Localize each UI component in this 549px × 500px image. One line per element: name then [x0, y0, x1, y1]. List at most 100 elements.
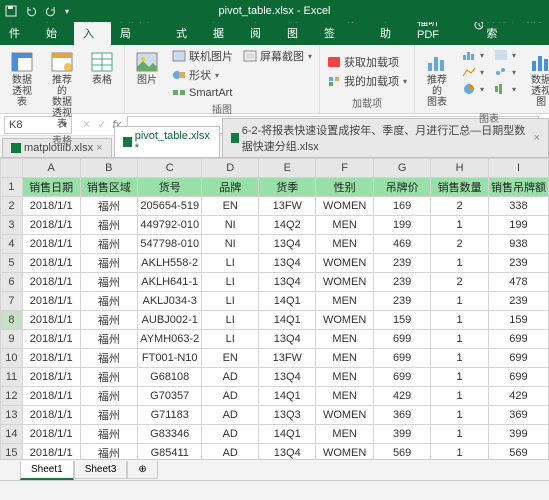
cell[interactable]: MEN — [316, 349, 374, 368]
cell[interactable]: 2018/1/1 — [22, 292, 80, 311]
column-header[interactable]: H — [431, 159, 489, 178]
column-header[interactable]: F — [316, 159, 374, 178]
row-header[interactable]: 7 — [1, 292, 23, 311]
close-tab-icon[interactable]: × — [534, 132, 540, 144]
cell[interactable]: MEN — [316, 425, 374, 444]
cell[interactable]: 699 — [488, 368, 548, 387]
row-header[interactable]: 8 — [1, 311, 23, 330]
header-cell[interactable]: 货号 — [138, 178, 202, 197]
cell[interactable]: G71183 — [138, 406, 202, 425]
header-cell[interactable]: 性别 — [316, 178, 374, 197]
header-cell[interactable]: 销售数量 — [431, 178, 489, 197]
cell[interactable]: 福州 — [80, 216, 138, 235]
cell[interactable]: 福州 — [80, 368, 138, 387]
chart-type3-button[interactable]: ▾ — [459, 81, 487, 97]
cell[interactable]: 239 — [373, 273, 430, 292]
smartart-button[interactable]: SmartArt — [169, 85, 236, 101]
cell[interactable]: WOMEN — [316, 273, 374, 292]
cell[interactable]: LI — [202, 254, 259, 273]
row-header[interactable]: 5 — [1, 254, 23, 273]
row-header[interactable]: 14 — [1, 425, 23, 444]
cell[interactable]: WOMEN — [316, 444, 374, 460]
redo-icon[interactable] — [44, 4, 58, 18]
column-header[interactable]: E — [259, 159, 316, 178]
cell[interactable]: 2018/1/1 — [22, 311, 80, 330]
row-header[interactable]: 4 — [1, 235, 23, 254]
spreadsheet-grid[interactable]: ABCDEFGHI1销售日期销售区域货号品牌货季性别吊牌价销售数量销售吊牌额22… — [0, 158, 549, 459]
cell[interactable]: 169 — [373, 197, 430, 216]
workbook-tab-1[interactable]: pivot_table.xlsx * — [114, 126, 220, 157]
row-header[interactable]: 10 — [1, 349, 23, 368]
row-header[interactable]: 13 — [1, 406, 23, 425]
header-cell[interactable]: 货季 — [259, 178, 316, 197]
new-sheet-button[interactable]: ⊕ — [127, 461, 157, 479]
cell[interactable]: MEN — [316, 292, 374, 311]
get-addins-button[interactable]: 获取加载项 — [324, 53, 410, 71]
sheet-tab-0[interactable]: Sheet1 — [20, 461, 74, 480]
chart-type6-button[interactable]: ▾ — [491, 81, 519, 97]
cell[interactable]: EN — [202, 197, 259, 216]
cell[interactable]: 1 — [431, 444, 489, 460]
recommended-charts-button[interactable]: 推荐的图表 — [419, 47, 455, 110]
cell[interactable]: 239 — [488, 254, 548, 273]
cell[interactable]: 469 — [373, 235, 430, 254]
cell[interactable]: 1 — [431, 406, 489, 425]
cell[interactable]: 699 — [488, 330, 548, 349]
cell[interactable]: 福州 — [80, 349, 138, 368]
cell[interactable]: 13Q4 — [259, 330, 316, 349]
cell[interactable]: EN — [202, 349, 259, 368]
row-header[interactable]: 1 — [1, 178, 23, 197]
shapes-button[interactable]: 形状▾ — [169, 66, 236, 84]
cell[interactable]: 239 — [488, 292, 548, 311]
cell[interactable]: AD — [202, 368, 259, 387]
column-header[interactable]: I — [488, 159, 548, 178]
cell[interactable]: WOMEN — [316, 406, 374, 425]
cell[interactable]: 福州 — [80, 425, 138, 444]
cell[interactable]: AUBJ002-1 — [138, 311, 202, 330]
cell[interactable]: 239 — [373, 292, 430, 311]
save-icon[interactable] — [4, 4, 18, 18]
header-cell[interactable]: 吊牌价 — [373, 178, 430, 197]
header-cell[interactable]: 销售区域 — [80, 178, 138, 197]
cell[interactable]: 1 — [431, 330, 489, 349]
qat-dropdown-icon[interactable]: ▾ — [65, 7, 69, 16]
cell[interactable]: 199 — [373, 216, 430, 235]
cell[interactable]: 福州 — [80, 311, 138, 330]
header-cell[interactable]: 品牌 — [202, 178, 259, 197]
cell[interactable]: MEN — [316, 387, 374, 406]
cell[interactable]: 369 — [488, 406, 548, 425]
cell[interactable]: 1 — [431, 311, 489, 330]
cell[interactable]: 159 — [488, 311, 548, 330]
cell[interactable]: G83346 — [138, 425, 202, 444]
cell[interactable]: MEN — [316, 235, 374, 254]
column-header[interactable]: B — [80, 159, 138, 178]
cell[interactable]: 2018/1/1 — [22, 425, 80, 444]
cell[interactable]: 13Q4 — [259, 235, 316, 254]
cell[interactable]: 13FW — [259, 349, 316, 368]
row-header[interactable]: 11 — [1, 368, 23, 387]
cell[interactable]: 13FW — [259, 197, 316, 216]
cell[interactable]: G68108 — [138, 368, 202, 387]
cell[interactable]: NI — [202, 216, 259, 235]
cell[interactable]: 2018/1/1 — [22, 387, 80, 406]
cell[interactable]: 2018/1/1 — [22, 273, 80, 292]
recommended-pivot-button[interactable]: 推荐的数据透视表 — [44, 47, 80, 132]
cell[interactable]: 199 — [488, 216, 548, 235]
cell[interactable]: 福州 — [80, 292, 138, 311]
cell[interactable]: LI — [202, 311, 259, 330]
pivot-table-button[interactable]: 数据透视表 — [4, 47, 40, 110]
cell[interactable]: LI — [202, 292, 259, 311]
sheet-tab-1[interactable]: Sheet3 — [74, 461, 128, 479]
cell[interactable]: AD — [202, 406, 259, 425]
pivot-chart-button[interactable]: 数据透视图 — [523, 47, 549, 110]
cell[interactable]: 2018/1/1 — [22, 197, 80, 216]
cell[interactable]: 14Q1 — [259, 292, 316, 311]
cell[interactable]: 2 — [431, 197, 489, 216]
row-header[interactable]: 2 — [1, 197, 23, 216]
cell[interactable]: LI — [202, 330, 259, 349]
cell[interactable]: 福州 — [80, 406, 138, 425]
cell[interactable]: 2018/1/1 — [22, 235, 80, 254]
cell[interactable]: 2018/1/1 — [22, 330, 80, 349]
cell[interactable]: 福州 — [80, 235, 138, 254]
cell[interactable]: 福州 — [80, 197, 138, 216]
